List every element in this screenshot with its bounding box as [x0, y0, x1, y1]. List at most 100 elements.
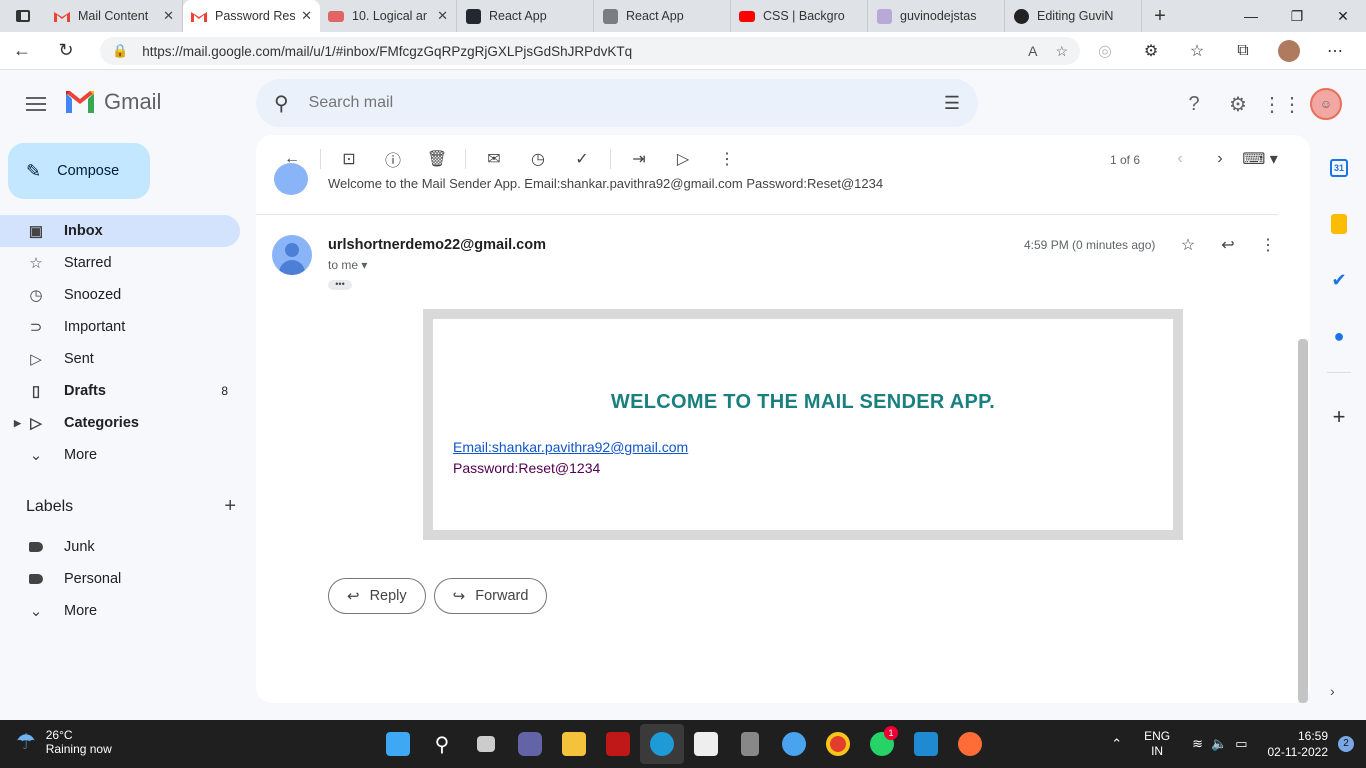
- calendar-icon[interactable]: 31: [1312, 140, 1366, 196]
- show-hidden-icons-chevron-icon[interactable]: ⌃: [1111, 736, 1122, 752]
- profile-icon[interactable]: [1266, 40, 1312, 62]
- show-side-panel-chevron-icon[interactable]: ›: [1330, 683, 1335, 699]
- sidebar-item-inbox[interactable]: ▣ Inbox: [0, 215, 240, 247]
- teams-chat-icon[interactable]: [508, 724, 552, 764]
- star-icon[interactable]: ☆: [1168, 231, 1208, 259]
- input-tools-icon[interactable]: ⌨ ▾: [1240, 139, 1280, 179]
- expand-arrow-icon[interactable]: ▶: [14, 418, 21, 429]
- contacts-icon[interactable]: ●: [1312, 308, 1366, 364]
- newer-chevron-left-icon[interactable]: ‹: [1160, 139, 1200, 179]
- search-options-icon[interactable]: ☰: [944, 93, 960, 114]
- whatsapp-icon[interactable]: 1: [860, 724, 904, 764]
- label-item-junk[interactable]: Junk: [0, 531, 240, 563]
- refresh-icon[interactable]: ↻: [44, 32, 88, 70]
- recipient-details[interactable]: to me ▾: [328, 258, 367, 272]
- file-explorer-icon[interactable]: [552, 724, 596, 764]
- language-indicator[interactable]: ENG IN: [1144, 729, 1170, 759]
- reply-icon[interactable]: ↩: [1208, 231, 1248, 259]
- favorite-add-icon[interactable]: ☆: [1055, 43, 1068, 60]
- mark-unread-icon[interactable]: ✉: [472, 139, 516, 179]
- search-input[interactable]: [308, 94, 944, 112]
- browser-tab[interactable]: 10. Logical ar ✕: [320, 0, 457, 32]
- chrome-icon[interactable]: [816, 724, 860, 764]
- label-item-more[interactable]: ⌄ More: [0, 595, 240, 627]
- sidebar-item-important[interactable]: ⊃ Important: [0, 311, 240, 343]
- older-chevron-right-icon[interactable]: ›: [1200, 139, 1240, 179]
- wifi-icon[interactable]: ≋: [1192, 736, 1203, 752]
- settings-gear-icon[interactable]: ⚙: [1216, 84, 1260, 124]
- restore-icon[interactable]: ❐: [1274, 0, 1320, 32]
- more-vert-icon[interactable]: ⋮: [705, 139, 749, 179]
- add-to-tasks-icon[interactable]: ✓: [560, 139, 604, 179]
- microsoft-store-icon[interactable]: [684, 724, 728, 764]
- tasks-icon[interactable]: ✔: [1312, 252, 1366, 308]
- lock-icon[interactable]: 🔒: [112, 43, 128, 59]
- vscode-icon[interactable]: [904, 724, 948, 764]
- compose-button[interactable]: ✎ Compose: [8, 143, 150, 199]
- more-options-icon[interactable]: ⋯: [1312, 41, 1358, 61]
- sidebar-item-categories[interactable]: ▶ ▷ Categories: [0, 407, 240, 439]
- move-to-icon[interactable]: ⇥: [617, 139, 661, 179]
- browser-tab[interactable]: CSS | Backgro: [731, 0, 868, 32]
- sidebar-item-more[interactable]: ⌄ More: [0, 439, 240, 471]
- search-icon[interactable]: ⚲: [274, 91, 289, 116]
- keep-icon[interactable]: [1312, 196, 1366, 252]
- weather-widget[interactable]: ☂ 26°C Raining now: [16, 728, 112, 756]
- sidebar-item-sent[interactable]: ▷ Sent: [0, 343, 240, 375]
- postman-icon[interactable]: [948, 724, 992, 764]
- archive-icon[interactable]: ⊡: [327, 139, 371, 179]
- new-tab-button[interactable]: +: [1142, 0, 1178, 32]
- create-label-icon[interactable]: +: [224, 495, 236, 518]
- more-vert-icon[interactable]: ⋮: [1248, 231, 1288, 259]
- calculator-icon[interactable]: [728, 724, 772, 764]
- taskbar-search-icon[interactable]: ⚲: [420, 724, 464, 764]
- browser-tab-active[interactable]: Password Res ✕: [183, 0, 320, 32]
- get-help-icon[interactable]: [772, 724, 816, 764]
- browser-tab[interactable]: React App: [457, 0, 594, 32]
- main-menu-icon[interactable]: [24, 92, 48, 116]
- browser-tab[interactable]: React App: [594, 0, 731, 32]
- sidebar-item-snoozed[interactable]: ◷ Snoozed: [0, 279, 240, 311]
- address-bar[interactable]: 🔒 https://mail.google.com/mail/u/1/#inbo…: [100, 37, 1080, 65]
- sender-email[interactable]: urlshortnerdemo22@gmail.com: [328, 237, 546, 253]
- close-tab-icon[interactable]: ✕: [301, 8, 312, 24]
- apps-grid-icon[interactable]: ⋮⋮: [1260, 84, 1304, 124]
- help-icon[interactable]: ?: [1172, 84, 1216, 124]
- extensions-icon[interactable]: ⚙: [1128, 41, 1174, 61]
- caret-down-icon[interactable]: ▾: [361, 258, 367, 272]
- read-aloud-icon[interactable]: A: [1028, 43, 1037, 59]
- delete-icon[interactable]: 🗑: [415, 139, 459, 179]
- browser-tab[interactable]: guvinodejstas: [868, 0, 1005, 32]
- collections-icon[interactable]: ⧉: [1220, 42, 1266, 60]
- show-trimmed-content-icon[interactable]: •••: [328, 280, 352, 290]
- snooze-icon[interactable]: ◷: [516, 139, 560, 179]
- edge-browser-icon[interactable]: [640, 724, 684, 764]
- close-tab-icon[interactable]: ✕: [437, 8, 448, 24]
- label-item-personal[interactable]: Personal: [0, 563, 240, 595]
- url-text[interactable]: https://mail.google.com/mail/u/1/#inbox/…: [142, 44, 1010, 59]
- volume-icon[interactable]: 🔈: [1211, 736, 1227, 752]
- notification-badge[interactable]: 2: [1338, 736, 1354, 752]
- battery-icon[interactable]: ▭: [1235, 736, 1247, 752]
- account-avatar[interactable]: ☺: [1304, 84, 1348, 124]
- mcafee-icon[interactable]: [596, 724, 640, 764]
- extension-icon[interactable]: ◎: [1082, 41, 1128, 61]
- back-icon[interactable]: ←: [0, 32, 44, 70]
- report-spam-icon[interactable]: ⓘ: [371, 139, 415, 179]
- forward-button[interactable]: ↪ Forward: [433, 578, 548, 614]
- windows-start-icon[interactable]: [376, 724, 420, 764]
- task-view-icon[interactable]: [464, 724, 508, 764]
- browser-tab[interactable]: Editing GuviN: [1005, 0, 1142, 32]
- sidebar-item-starred[interactable]: ☆ Starred: [0, 247, 240, 279]
- minimize-icon[interactable]: —: [1228, 0, 1274, 32]
- scrollbar[interactable]: [1298, 339, 1308, 703]
- get-addons-plus-icon[interactable]: +: [1312, 389, 1366, 445]
- favorites-icon[interactable]: ☆: [1174, 41, 1220, 61]
- tab-actions-icon[interactable]: [0, 0, 46, 32]
- clock[interactable]: 16:59 02-11-2022: [1268, 728, 1329, 760]
- gmail-logo[interactable]: Gmail: [64, 89, 161, 115]
- browser-tab[interactable]: Mail Content ✕: [46, 0, 183, 32]
- previous-message-snippet[interactable]: Welcome to the Mail Sender App. Email:sh…: [328, 176, 883, 191]
- close-tab-icon[interactable]: ✕: [163, 8, 174, 24]
- sidebar-item-drafts[interactable]: ▯ Drafts 8: [0, 375, 240, 407]
